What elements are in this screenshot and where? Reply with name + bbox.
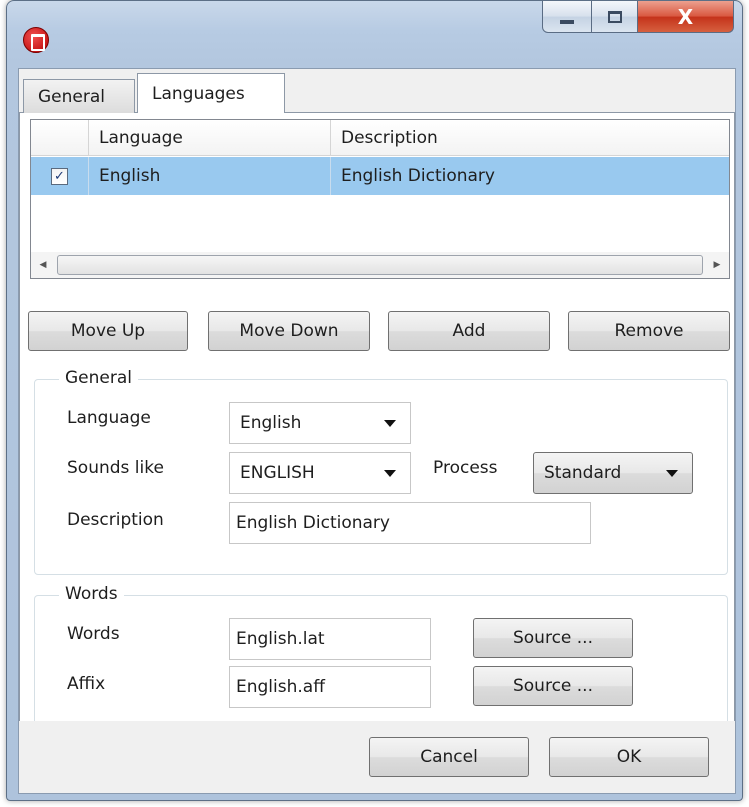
affix-label: Affix: [67, 674, 106, 694]
tab-general[interactable]: General: [23, 79, 135, 113]
affix-field-value: English.aff: [236, 677, 325, 697]
process-label: Process: [433, 458, 498, 478]
general-groupbox: General Language English Sounds like ENG…: [34, 368, 728, 575]
app-icon[interactable]: [23, 27, 49, 53]
words-source-button[interactable]: Source ...: [473, 618, 633, 658]
row-language-cell: English: [89, 157, 331, 195]
table-row[interactable]: ✓ English English Dictionary: [31, 157, 729, 195]
close-icon: X: [677, 4, 694, 29]
caption-buttons: X: [542, 1, 734, 33]
tab-languages[interactable]: Languages: [137, 73, 285, 114]
scroll-track[interactable]: [55, 253, 705, 277]
header-description[interactable]: Description: [331, 120, 729, 156]
languages-grid: Language Description ✓ English English D…: [30, 119, 730, 279]
sounds-like-combobox[interactable]: ENGLISH: [229, 452, 411, 494]
dialog-client-area: General Languages Language Description ✓…: [18, 68, 736, 794]
remove-button[interactable]: Remove: [568, 311, 730, 351]
words-field[interactable]: English.lat: [229, 618, 431, 660]
row-description-cell: English Dictionary: [341, 166, 495, 186]
language-enabled-checkbox[interactable]: ✓: [51, 167, 68, 185]
sounds-like-label: Sounds like: [67, 458, 164, 478]
languages-panel: Language Description ✓ English English D…: [19, 113, 735, 763]
sounds-like-combobox-value: ENGLISH: [240, 463, 315, 483]
header-language[interactable]: Language: [89, 120, 331, 156]
tab-general-label: General: [38, 86, 105, 107]
horizontal-scrollbar[interactable]: ◀ ▶: [31, 252, 729, 278]
scroll-left-icon[interactable]: ◀: [31, 253, 55, 277]
tab-strip: General Languages: [19, 69, 735, 114]
words-group-legend: Words: [59, 584, 124, 604]
process-combobox-value: Standard: [544, 463, 622, 483]
scroll-right-icon[interactable]: ▶: [705, 253, 729, 277]
chevron-down-icon: [384, 470, 396, 477]
chevron-down-icon: [384, 420, 396, 427]
general-group-legend: General: [59, 368, 138, 388]
language-combobox-value: English: [240, 413, 302, 433]
grid-header: Language Description: [31, 120, 729, 156]
cancel-button[interactable]: Cancel: [369, 737, 529, 777]
description-label: Description: [67, 510, 164, 530]
affix-field[interactable]: English.aff: [229, 666, 431, 708]
description-field[interactable]: English Dictionary: [229, 502, 591, 544]
header-check-column[interactable]: [31, 120, 89, 156]
maximize-icon: [607, 10, 622, 23]
scroll-thumb[interactable]: [57, 255, 703, 275]
language-label: Language: [67, 408, 151, 428]
move-down-button[interactable]: Move Down: [208, 311, 370, 351]
ok-button[interactable]: OK: [549, 737, 709, 777]
dialog-button-bar: Cancel OK: [19, 721, 735, 793]
maximize-button[interactable]: [592, 1, 638, 33]
affix-source-button[interactable]: Source ...: [473, 666, 633, 706]
add-button[interactable]: Add: [388, 311, 550, 351]
language-combobox[interactable]: English: [229, 402, 411, 444]
close-button[interactable]: X: [638, 1, 734, 33]
minimize-button[interactable]: [542, 1, 592, 33]
chevron-down-icon: [666, 470, 678, 477]
move-up-button[interactable]: Move Up: [28, 311, 188, 351]
description-field-value: English Dictionary: [236, 513, 390, 533]
process-combobox[interactable]: Standard: [533, 452, 693, 494]
row-check-cell: ✓: [31, 157, 89, 195]
tab-languages-label: Languages: [152, 83, 245, 104]
words-label: Words: [67, 624, 120, 644]
words-field-value: English.lat: [236, 629, 325, 649]
minimize-icon: [560, 19, 574, 24]
